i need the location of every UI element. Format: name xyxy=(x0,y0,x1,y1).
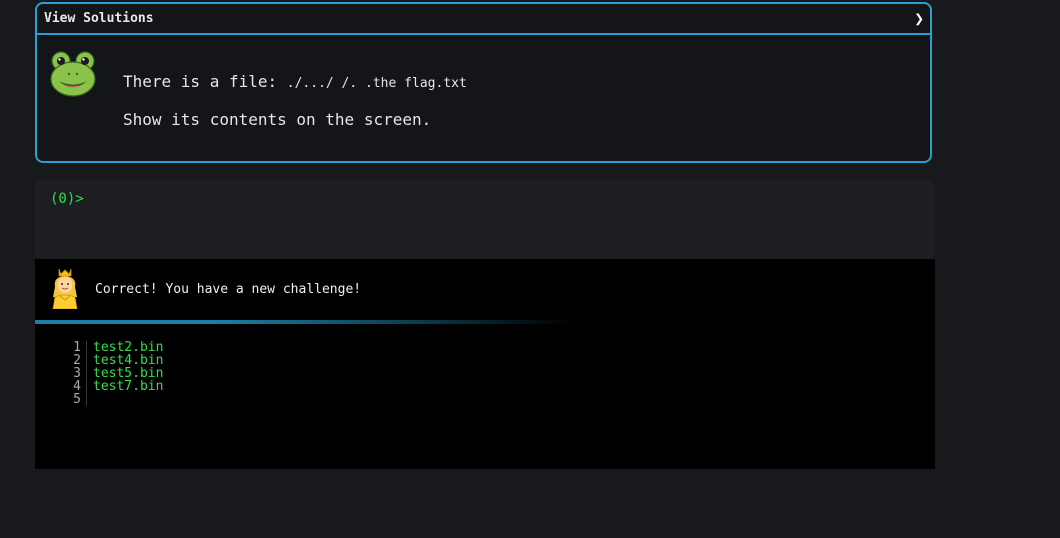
line-text xyxy=(87,393,93,406)
view-solutions-header[interactable]: View Solutions ❯ xyxy=(37,4,930,35)
output-area: Correct! You have a new challenge! 1 test… xyxy=(35,259,935,469)
terminal-prompt: (0)> xyxy=(50,191,84,207)
file-listing: 1 test2.bin 2 test4.bin 3 test5.bin 4 test7.bin… xyxy=(65,341,163,406)
frog-face-icon xyxy=(50,51,96,97)
feedback-message: Correct! You have a new challenge! xyxy=(95,282,362,297)
challenge-statement: There is a file: ./.../ /. .the flag.txt xyxy=(123,72,467,91)
progress-bar xyxy=(35,320,935,324)
line-number: 5 xyxy=(65,393,87,406)
challenge-instruction: Show its contents on the screen. xyxy=(123,110,432,129)
challenge-panel: View Solutions ❯ There is a file: ./.../… xyxy=(35,2,932,163)
chevron-right-icon[interactable]: ❯ xyxy=(914,9,924,28)
command-input[interactable] xyxy=(90,189,914,213)
terminal[interactable]: (0)> xyxy=(35,180,935,259)
line-text: test7.bin xyxy=(93,379,164,394)
view-solutions-title[interactable]: View Solutions xyxy=(44,11,154,26)
file-path: ./.../ /. .the flag.txt xyxy=(286,76,467,91)
page: View Solutions ❯ There is a file: ./.../… xyxy=(0,0,1060,538)
list-item: 5 xyxy=(65,393,163,406)
princess-icon xyxy=(52,268,78,309)
progress-fill xyxy=(35,320,935,324)
intro-text: There is a file: xyxy=(123,72,287,91)
